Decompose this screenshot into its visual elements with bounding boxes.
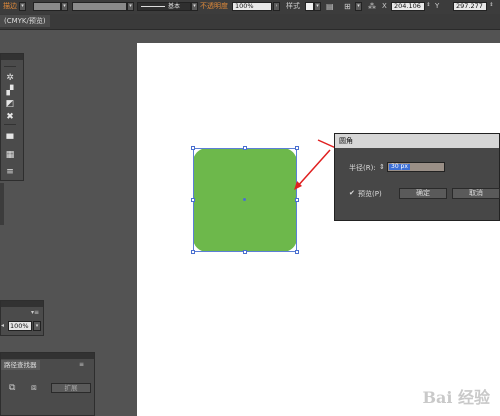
preview-label: 预览(P) bbox=[358, 190, 382, 198]
arrow-to-shape bbox=[295, 149, 331, 189]
preview-checkbox[interactable]: ✔ bbox=[349, 189, 355, 197]
cancel-button[interactable]: 取消 bbox=[452, 188, 500, 199]
radius-label: 半径(R): bbox=[349, 164, 376, 172]
round-corners-dialog: 圆角 半径(R): ⇕ 30 px ✔ 预览(P) 确定 取消 bbox=[334, 133, 500, 221]
dialog-title: 圆角 bbox=[335, 134, 499, 148]
baidu-watermark: Bai 经验 bbox=[422, 388, 490, 407]
radius-input[interactable]: 30 px bbox=[387, 162, 445, 172]
radius-value: 30 px bbox=[389, 163, 410, 170]
ok-button[interactable]: 确定 bbox=[399, 188, 447, 199]
radius-stepper-icon[interactable]: ⇕ bbox=[379, 163, 385, 171]
